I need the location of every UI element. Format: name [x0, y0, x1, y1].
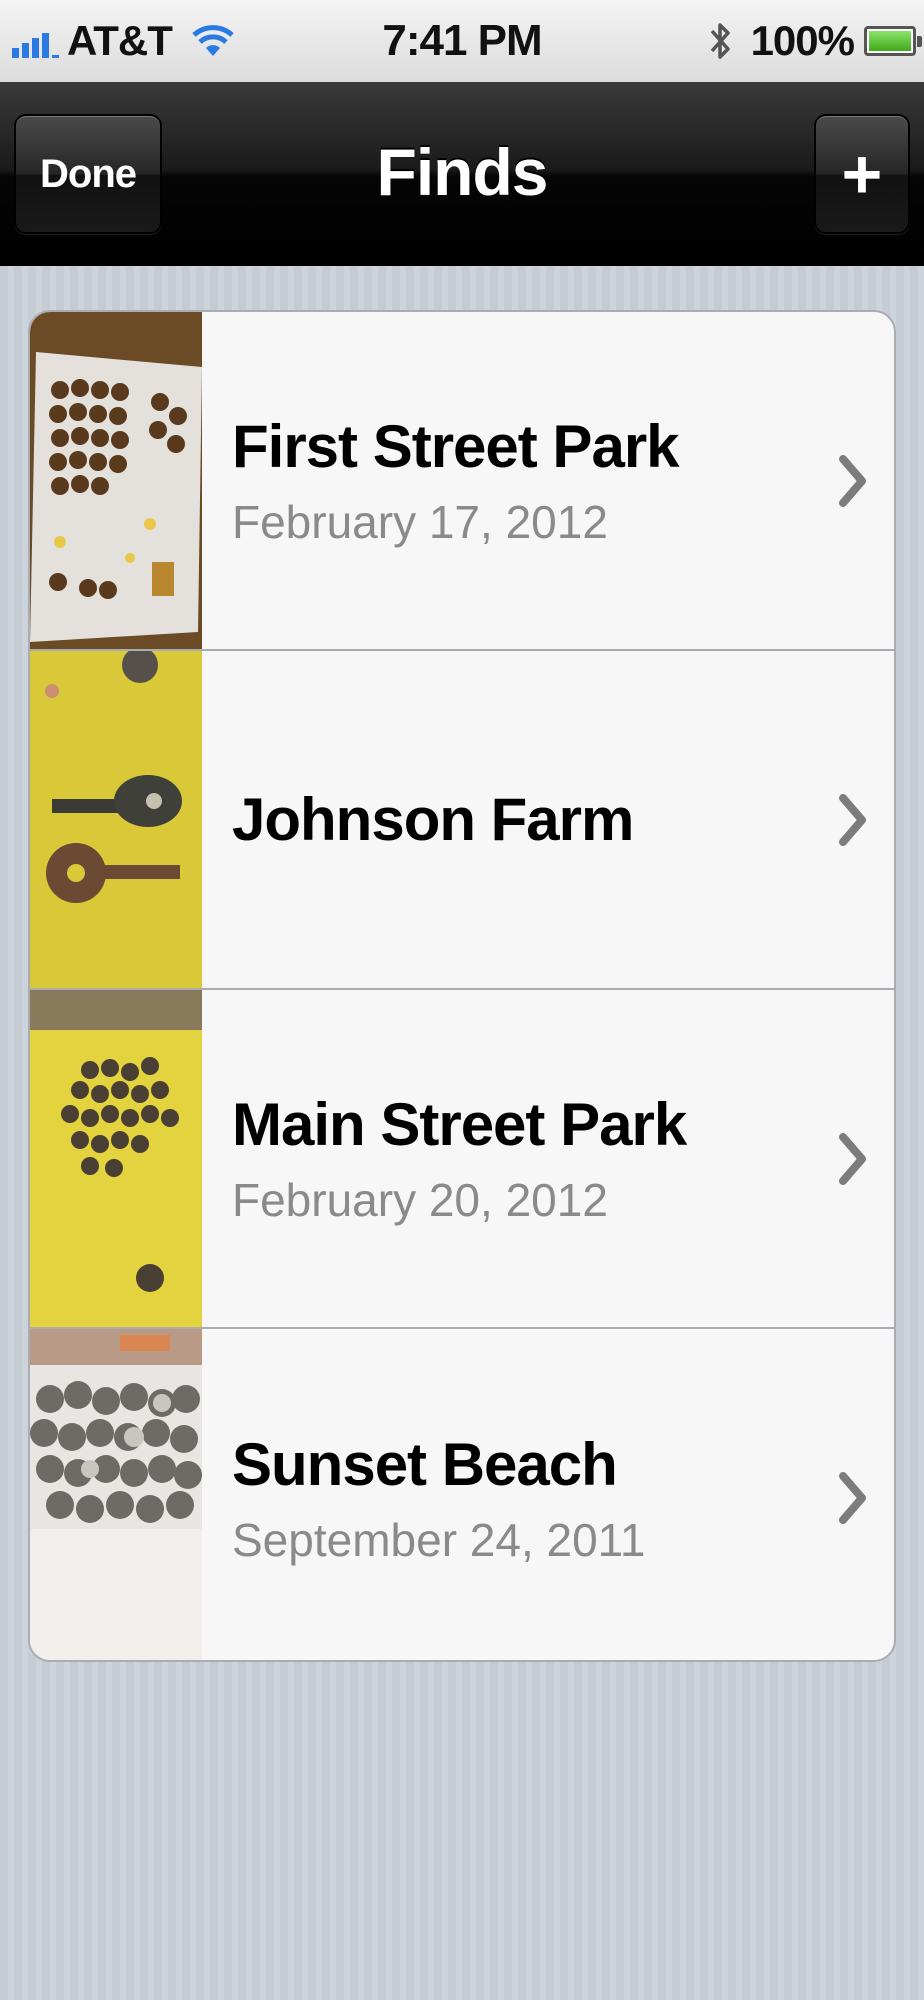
- battery-icon: [864, 26, 922, 56]
- bluetooth-icon: [709, 17, 733, 65]
- finds-list: First Street Park February 17, 2012 John…: [28, 310, 896, 1662]
- find-thumbnail-coins-on-towel: [30, 990, 202, 1327]
- add-find-button[interactable]: +: [814, 114, 910, 234]
- find-title: Johnson Farm: [232, 786, 634, 853]
- find-row-text: Sunset Beach September 24, 2011: [232, 1430, 894, 1567]
- find-title: First Street Park: [232, 413, 680, 480]
- find-thumbnail-coins-on-paper: [30, 312, 202, 649]
- find-title: Main Street Park: [232, 1091, 687, 1158]
- done-button[interactable]: Done: [14, 114, 162, 234]
- chevron-right-icon: [839, 1472, 866, 1524]
- status-right: 100%: [709, 0, 922, 82]
- find-row-text: Main Street Park February 20, 2012: [232, 1090, 894, 1227]
- battery-percent: 100%: [750, 17, 855, 64]
- find-row-johnson-farm[interactable]: Johnson Farm: [30, 651, 894, 990]
- find-date: February 20, 2012: [232, 1174, 608, 1226]
- find-row-sunset-beach[interactable]: Sunset Beach September 24, 2011: [30, 1329, 894, 1660]
- find-date: September 24, 2011: [232, 1513, 646, 1566]
- chevron-right-icon: [839, 1132, 866, 1185]
- find-row-text: First Street Park February 17, 2012: [232, 412, 894, 549]
- battery-fill: [869, 31, 911, 51]
- find-date: February 17, 2012: [232, 496, 608, 548]
- navigation-bar: Finds Done +: [0, 82, 924, 266]
- find-row-main-street-park[interactable]: Main Street Park February 20, 2012: [30, 990, 894, 1329]
- find-title: Sunset Beach: [232, 1430, 618, 1498]
- chevron-right-icon: [839, 454, 866, 507]
- find-thumbnail-keys-on-towel: [30, 651, 202, 988]
- find-row-first-street-park[interactable]: First Street Park February 17, 2012: [30, 312, 894, 651]
- find-thumbnail-coins-in-bag: [30, 1329, 202, 1660]
- chevron-right-icon: [839, 793, 866, 846]
- status-bar: AT&T 7:41 PM 100%: [0, 0, 924, 82]
- find-row-text: Johnson Farm: [232, 785, 894, 854]
